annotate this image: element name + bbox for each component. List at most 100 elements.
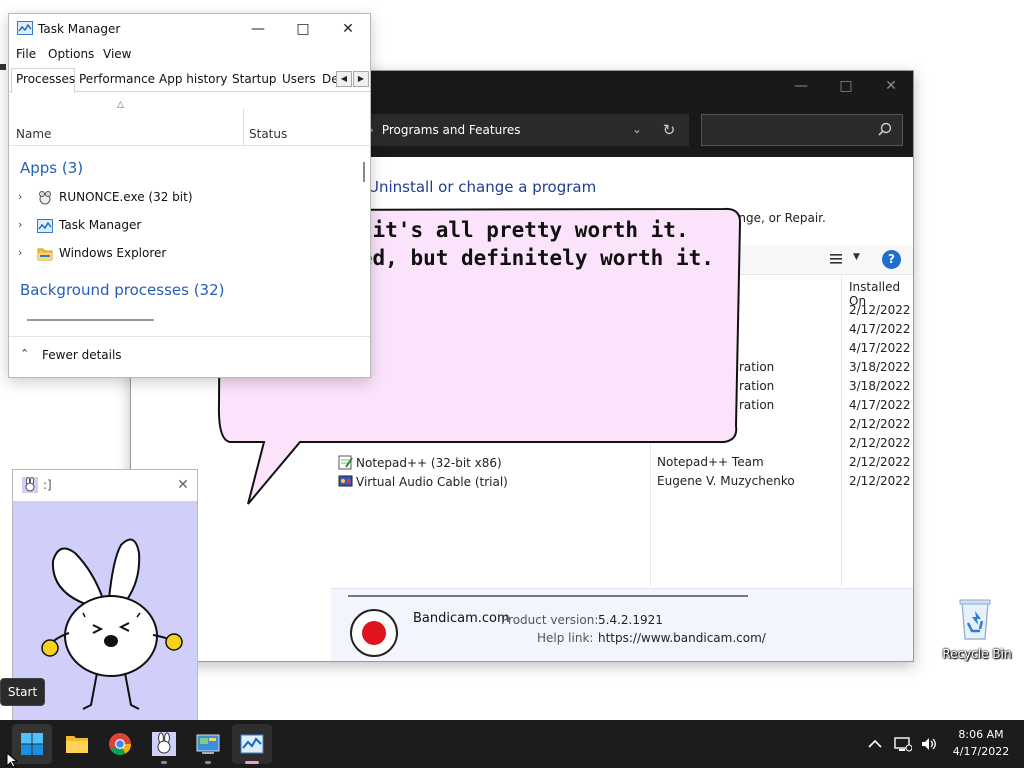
installed-date: 2/12/2022 bbox=[849, 436, 911, 450]
menu-view[interactable]: View bbox=[103, 47, 131, 61]
installed-date: 4/17/2022 bbox=[849, 341, 911, 355]
tm-footer: ⌃ Fewer details bbox=[9, 336, 370, 377]
publisher-cell: ration bbox=[739, 379, 775, 393]
help-link-label: Help link: bbox=[537, 631, 594, 645]
publisher-cell: ration bbox=[739, 360, 775, 374]
vertical-scrollbar[interactable] bbox=[363, 162, 365, 182]
taskbar-control-panel[interactable] bbox=[188, 724, 228, 764]
background-processes-group-header[interactable]: Background processes (32) bbox=[20, 281, 225, 299]
bandicam-logo-icon bbox=[350, 609, 398, 657]
file-explorer-icon bbox=[66, 736, 88, 753]
expand-chevron-icon[interactable]: › bbox=[18, 218, 22, 231]
tab-scroll-left-icon[interactable]: ◀ bbox=[336, 71, 352, 87]
product-version-value: 5.4.2.1921 bbox=[598, 613, 663, 627]
details-publisher: Bandicam.com bbox=[413, 611, 510, 626]
horizontal-scrollbar[interactable] bbox=[27, 319, 154, 321]
taskbar: 8:06 AM 4/17/2022 bbox=[0, 720, 1024, 768]
taskbar-bunny-app[interactable] bbox=[144, 724, 184, 764]
active-indicator bbox=[245, 761, 259, 764]
taskbar-chrome[interactable] bbox=[100, 724, 140, 764]
horizontal-scrollbar[interactable] bbox=[348, 595, 748, 597]
volume-icon[interactable] bbox=[920, 734, 938, 754]
process-name: Task Manager bbox=[59, 218, 142, 232]
apps-group-header[interactable]: Apps (3) bbox=[20, 159, 83, 177]
recycle-bin-icon[interactable] bbox=[954, 597, 996, 641]
installed-date: 2/12/2022 bbox=[849, 455, 911, 469]
bunny-app-icon bbox=[152, 732, 176, 756]
clock-date[interactable]: 4/17/2022 bbox=[950, 745, 1012, 758]
task-manager-icon bbox=[240, 734, 264, 754]
instruction-text: ange, or Repair. bbox=[731, 211, 826, 225]
close-icon[interactable]: ✕ bbox=[333, 18, 363, 40]
process-name: RUNONCE.exe (32 bit) bbox=[59, 190, 193, 204]
start-tooltip: Start bbox=[0, 678, 45, 706]
search-icon bbox=[878, 122, 892, 136]
windows-start-icon bbox=[21, 733, 43, 755]
search-input[interactable] bbox=[701, 114, 903, 146]
runonce-icon bbox=[39, 191, 51, 205]
chevron-up-icon[interactable] bbox=[866, 734, 884, 754]
taskbar-file-explorer[interactable] bbox=[57, 724, 97, 764]
bunny-titlebar[interactable]: :] ✕ bbox=[13, 470, 197, 501]
fewer-details-button[interactable]: Fewer details bbox=[42, 348, 122, 362]
view-options-icon[interactable] bbox=[828, 251, 844, 267]
expand-chevron-icon[interactable]: › bbox=[18, 246, 22, 259]
tab-startup[interactable]: Startup bbox=[232, 72, 277, 86]
view-dropdown-icon[interactable]: ▼ bbox=[853, 252, 860, 262]
column-divider bbox=[243, 108, 244, 146]
installed-date: 3/18/2022 bbox=[849, 360, 911, 374]
process-row[interactable]: › RUNONCE.exe (32 bit) bbox=[9, 187, 349, 209]
task-manager-icon bbox=[37, 219, 53, 233]
refresh-icon[interactable]: ↻ bbox=[657, 114, 681, 146]
process-row[interactable]: › Windows Explorer bbox=[9, 243, 349, 265]
tab-scroll-right-icon[interactable]: ▶ bbox=[353, 71, 369, 87]
minimize-icon[interactable]: — bbox=[787, 76, 815, 96]
folder-icon bbox=[37, 248, 53, 261]
close-icon[interactable]: ✕ bbox=[171, 474, 195, 496]
maximize-icon[interactable]: □ bbox=[288, 18, 318, 40]
tab-performance[interactable]: Performance bbox=[79, 72, 155, 86]
taskbar-task-manager[interactable] bbox=[232, 724, 272, 764]
column-header-status[interactable]: Status bbox=[249, 127, 287, 141]
tab-details[interactable]: De bbox=[322, 72, 336, 86]
tab-bar: Processes Performance App history Startu… bbox=[9, 68, 370, 93]
window-title: :] bbox=[43, 478, 52, 492]
chrome-icon bbox=[109, 733, 131, 755]
product-version-label: Product version: bbox=[501, 613, 599, 627]
tab-app-history[interactable]: App history bbox=[159, 72, 228, 86]
publisher-cell: ration bbox=[739, 398, 775, 412]
close-icon[interactable]: ✕ bbox=[877, 76, 905, 96]
clock-time[interactable]: 8:06 AM bbox=[950, 728, 1012, 741]
control-panel-icon bbox=[196, 734, 220, 754]
installed-date: 4/17/2022 bbox=[849, 322, 911, 336]
installed-date: 4/17/2022 bbox=[849, 398, 911, 412]
tab-users[interactable]: Users bbox=[282, 72, 316, 86]
recycle-bin-label[interactable]: Recycle Bin bbox=[938, 647, 1016, 661]
installed-date: 2/12/2022 bbox=[849, 303, 911, 317]
page-title[interactable]: Uninstall or change a program bbox=[368, 178, 596, 196]
window-title: Task Manager bbox=[38, 22, 121, 36]
help-icon[interactable]: ? bbox=[882, 250, 901, 269]
menu-options[interactable]: Options bbox=[48, 47, 94, 61]
maximize-icon[interactable]: □ bbox=[832, 76, 860, 96]
column-header-name[interactable]: Name bbox=[16, 127, 51, 141]
help-link[interactable]: https://www.bandicam.com/ bbox=[598, 631, 766, 645]
task-manager-window: Task Manager — □ ✕ File Options View Pro… bbox=[8, 13, 371, 378]
process-row[interactable]: › Task Manager bbox=[9, 215, 349, 237]
network-icon[interactable] bbox=[894, 734, 912, 754]
chevron-up-icon[interactable]: ⌃ bbox=[20, 347, 29, 360]
running-indicator bbox=[205, 761, 211, 764]
installed-date: 2/12/2022 bbox=[849, 417, 911, 431]
chevron-up-icon: △ bbox=[117, 100, 124, 110]
bunny-app-icon bbox=[22, 477, 38, 493]
column-headers: △ Name Status bbox=[9, 94, 370, 146]
tab-processes[interactable]: Processes bbox=[16, 72, 75, 86]
start-button[interactable] bbox=[12, 724, 52, 764]
task-manager-icon bbox=[17, 21, 33, 35]
expand-chevron-icon[interactable]: › bbox=[18, 190, 22, 203]
menu-file[interactable]: File bbox=[16, 47, 36, 61]
mouse-cursor-icon bbox=[6, 752, 18, 768]
chevron-down-icon[interactable]: ⌄ bbox=[625, 114, 649, 146]
minimize-icon[interactable]: — bbox=[243, 18, 273, 40]
process-name: Windows Explorer bbox=[59, 246, 167, 260]
